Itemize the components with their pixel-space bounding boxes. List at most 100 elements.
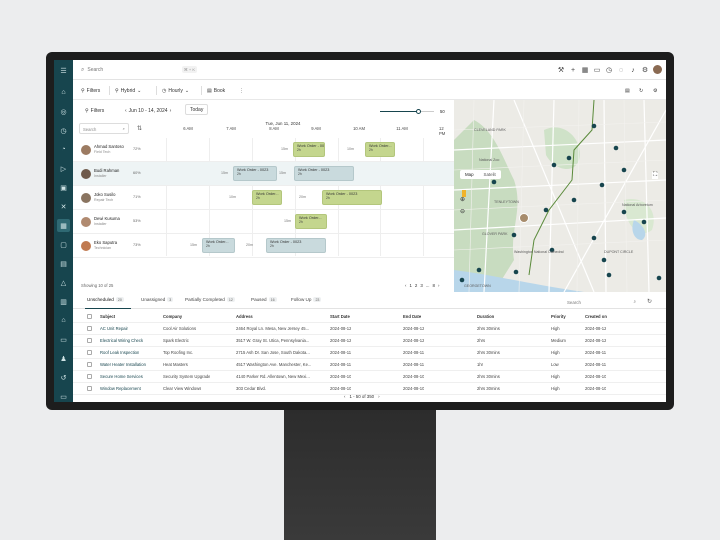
technician-row[interactable]: Ahmad Santoso Field Tech 72% xyxy=(73,138,454,162)
home-icon[interactable]: ⌂ xyxy=(57,86,70,99)
filters-button[interactable]: ⚲ Filters xyxy=(81,85,100,96)
chevron-left-icon[interactable]: ‹ xyxy=(344,394,345,399)
tab-unscheduled[interactable]: Unscheduled 20 xyxy=(87,297,124,302)
calendar-icon[interactable]: ▦ xyxy=(581,64,589,76)
package-icon[interactable]: ▣ xyxy=(57,181,70,194)
page-number[interactable]: 1 xyxy=(409,283,411,288)
work-order-block[interactable]: Work Order - 00232h xyxy=(293,142,325,157)
column-header[interactable]: Start Date xyxy=(330,314,350,319)
more-options-icon[interactable]: ⋮ xyxy=(239,85,244,96)
chevron-left-icon[interactable]: ‹ xyxy=(405,283,406,288)
schedule-filters-button[interactable]: ⚲ Filters xyxy=(85,105,104,116)
chat-icon[interactable]: ▭ xyxy=(57,390,70,402)
settings-icon[interactable]: ⚙ xyxy=(653,85,657,96)
column-header[interactable]: Subject xyxy=(100,314,115,319)
subject-link[interactable]: Window Replacement xyxy=(100,386,141,391)
schedule-icon[interactable]: ▥ xyxy=(57,295,70,308)
row-checkbox[interactable] xyxy=(87,338,92,343)
truck-icon[interactable]: ▭ xyxy=(57,333,70,346)
select-all-checkbox[interactable] xyxy=(87,314,92,319)
row-checkbox[interactable] xyxy=(87,374,92,379)
layout-icon[interactable]: ▤ xyxy=(625,85,630,96)
refresh-icon[interactable]: ↻ xyxy=(639,85,643,96)
book-button[interactable]: ▤ Book xyxy=(207,85,225,96)
chevron-left-icon[interactable]: ‹ xyxy=(125,108,127,114)
map-tab[interactable]: Map xyxy=(460,170,479,179)
row-checkbox[interactable] xyxy=(87,350,92,355)
column-header[interactable]: Created on xyxy=(585,314,607,319)
satellite-tab[interactable]: Satelit xyxy=(479,170,501,179)
menu-icon[interactable]: ☰ xyxy=(57,64,70,77)
tools-icon[interactable]: ⚒ xyxy=(557,64,565,76)
hybrid-dropdown[interactable]: ⚲ Hybrid ⌄ xyxy=(115,85,141,96)
table-search-input[interactable]: Search xyxy=(567,300,581,305)
column-header[interactable]: Company xyxy=(163,314,182,319)
table-row[interactable]: AC Unit Repair Cool Air Solutions 2464 Roy… xyxy=(73,323,666,335)
tab-partially-completed[interactable]: Partially Completed 12 xyxy=(185,297,235,302)
report-icon[interactable]: ▤ xyxy=(57,257,70,270)
chevron-right-icon[interactable]: › xyxy=(438,283,439,288)
video-icon[interactable]: ▭ xyxy=(593,64,601,76)
subject-link[interactable]: Roof Leak Inspection xyxy=(100,350,139,355)
row-checkbox[interactable] xyxy=(87,386,92,391)
hourly-dropdown[interactable]: ◷ Hourly ⌄ xyxy=(162,85,189,96)
chat-icon[interactable]: ◌ xyxy=(617,64,625,76)
schedule-search-input[interactable]: Search xyxy=(83,127,96,132)
tools-icon[interactable]: ✕ xyxy=(57,200,70,213)
schedule-search[interactable]: Search ⌕ xyxy=(79,123,129,134)
technician-row[interactable]: Eko Saputra Technician 73% xyxy=(73,234,454,258)
bell-icon[interactable]: ♪ xyxy=(629,64,637,76)
today-button[interactable]: Today xyxy=(185,104,209,115)
subject-link[interactable]: Electrical Wiring Check xyxy=(100,338,143,343)
tab-unassigned[interactable]: Unassigned 3 xyxy=(141,297,174,302)
page-number[interactable]: 3 xyxy=(420,283,422,288)
table-search[interactable]: Search ⌕ xyxy=(564,297,639,308)
sort-icon[interactable]: ⇅ xyxy=(137,125,142,132)
users-icon[interactable]: ♟ xyxy=(57,352,70,365)
refresh-icon[interactable]: ↻ xyxy=(647,298,652,305)
tab-paused[interactable]: Paused 16 xyxy=(251,297,277,302)
tag-icon[interactable]: ▷ xyxy=(57,162,70,175)
column-header[interactable]: Duration xyxy=(477,314,494,319)
zoom-out-icon[interactable]: ⊖ xyxy=(460,208,465,215)
compass-icon[interactable]: ◎ xyxy=(57,105,70,118)
work-order-block[interactable]: Work Order... 2h xyxy=(202,238,235,253)
tab-follow-up[interactable]: Follow Up 23 xyxy=(291,297,322,302)
subject-link[interactable]: AC Unit Repair xyxy=(100,326,128,331)
row-checkbox[interactable] xyxy=(87,362,92,367)
technician-row[interactable]: Dewi Kusuma Installer 53% xyxy=(73,210,454,234)
work-order-block[interactable]: Work Order... 2h xyxy=(295,214,327,229)
gear-icon[interactable]: ⚙ xyxy=(641,64,649,76)
page-number[interactable]: ... xyxy=(426,283,430,288)
fullscreen-icon[interactable]: ⛶ xyxy=(652,172,659,179)
date-range-picker[interactable]: ‹ Jun 10 - 14, 2024 › xyxy=(125,105,171,116)
work-order-block[interactable]: Work Order... 2h xyxy=(365,142,395,157)
global-search-input[interactable]: Search xyxy=(87,67,103,73)
chevron-right-icon[interactable]: › xyxy=(378,394,379,399)
analytics-icon[interactable]: △ xyxy=(57,276,70,289)
work-order-block[interactable]: Work Order - 00232h xyxy=(294,166,354,181)
row-checkbox[interactable] xyxy=(87,326,92,331)
clock-icon[interactable]: ◷ xyxy=(605,64,613,76)
subject-link[interactable]: Secure Home Services xyxy=(100,374,143,379)
work-order-block[interactable]: Work Order - 00232h xyxy=(233,166,277,181)
plus-icon[interactable]: + xyxy=(569,64,577,76)
column-header[interactable]: End Date xyxy=(403,314,421,319)
map-panel[interactable]: Map Satelit ⊕ ⊖ ⛶ CLEVELAND PARK National… xyxy=(454,100,666,292)
table-row[interactable]: Electrical Wiring Check Spark Electric 351… xyxy=(73,335,666,347)
more-icon[interactable]: ⋮ xyxy=(665,85,666,96)
table-row[interactable]: Roof Leak Inspection Top Roofing Inc. 2715… xyxy=(73,347,666,359)
box-icon[interactable]: ▢ xyxy=(57,238,70,251)
clock-icon[interactable]: ◷ xyxy=(57,124,70,137)
work-order-block[interactable]: Work Order - 00232h xyxy=(266,238,326,253)
table-row[interactable]: Water Heater Installation Heat Masters 451… xyxy=(73,359,666,371)
zoom-in-icon[interactable]: ⊕ xyxy=(460,196,465,203)
column-header[interactable]: Priority xyxy=(551,314,566,319)
subject-link[interactable]: Water Heater Installation xyxy=(100,362,146,367)
history-icon[interactable]: ↺ xyxy=(57,371,70,384)
page-number[interactable]: 2 xyxy=(415,283,417,288)
zoom-slider-handle[interactable] xyxy=(416,109,421,114)
page-number[interactable]: 8 xyxy=(433,283,435,288)
calendar-icon[interactable]: ▦ xyxy=(57,219,70,232)
user-avatar[interactable] xyxy=(653,65,662,74)
